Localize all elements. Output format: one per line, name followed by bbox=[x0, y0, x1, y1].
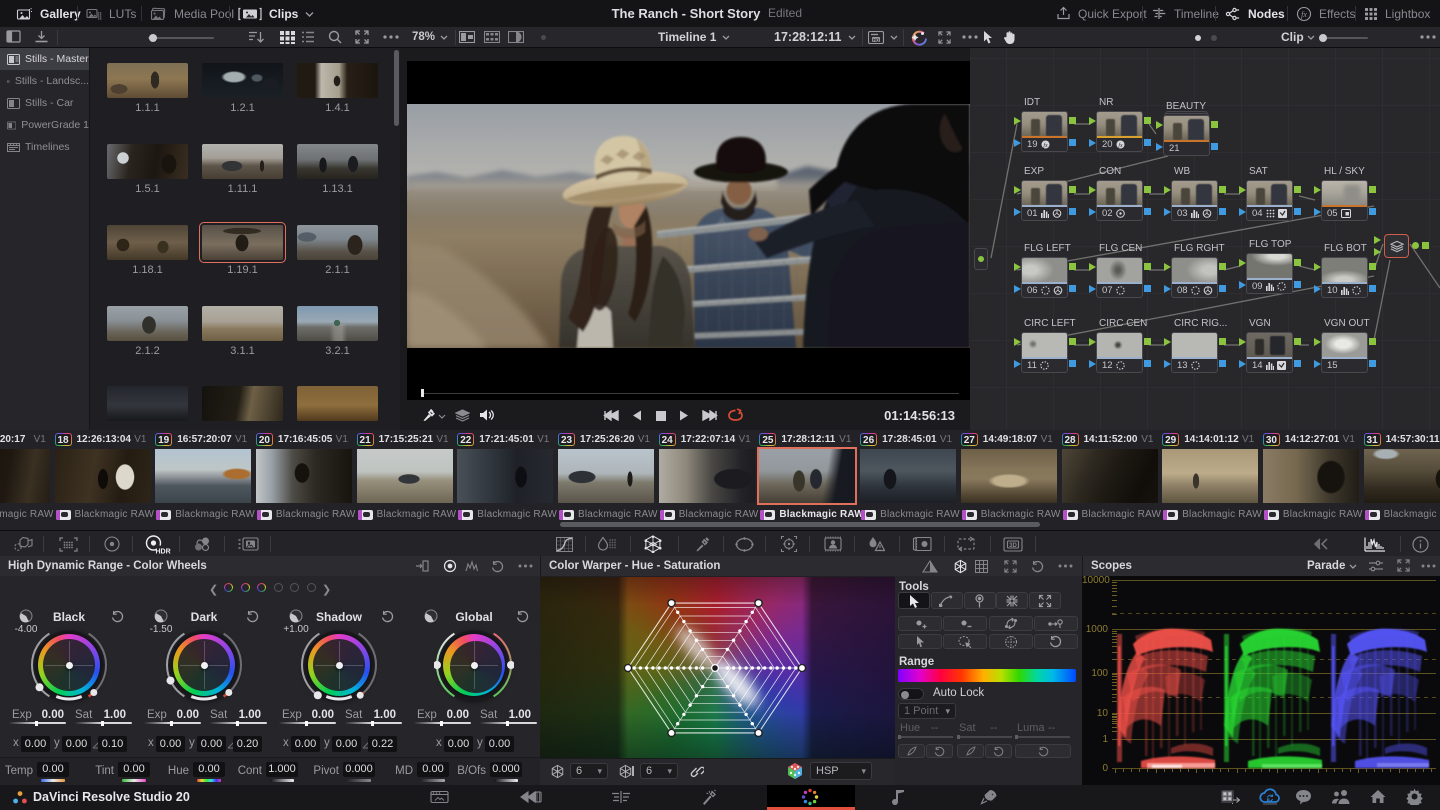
svg-text:3D: 3D bbox=[1009, 542, 1017, 548]
svg-text:fx: fx bbox=[1118, 142, 1123, 149]
svg-text:HQ: HQ bbox=[873, 37, 880, 42]
svg-text:HDR: HDR bbox=[156, 548, 171, 554]
svg-text:fx: fx bbox=[1043, 142, 1048, 149]
svg-text:fx: fx bbox=[1301, 9, 1307, 18]
